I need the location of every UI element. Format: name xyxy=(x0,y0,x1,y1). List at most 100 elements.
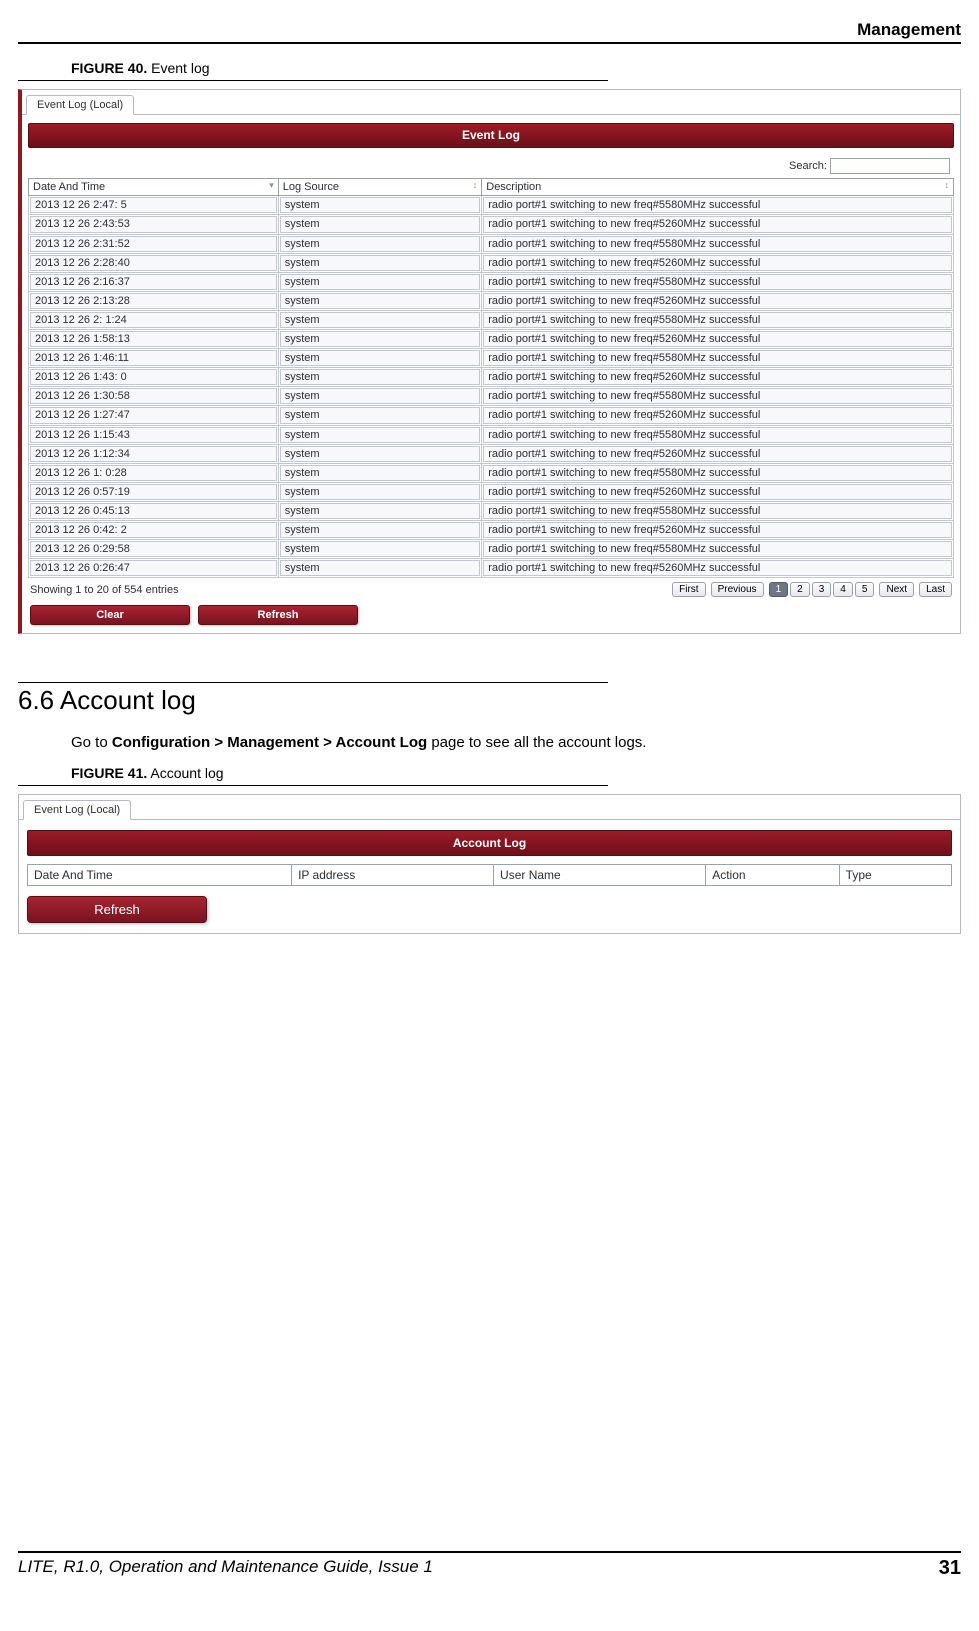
pager-first[interactable]: First xyxy=(672,582,705,597)
table-cell: 2013 12 26 2:28:40 xyxy=(30,255,277,271)
pager-page-1[interactable]: 1 xyxy=(769,582,789,597)
figure-41-title: Account log xyxy=(150,765,223,781)
table-cell: 2013 12 26 1:12:34 xyxy=(30,446,277,462)
table-cell: 2013 12 26 1:27:47 xyxy=(30,407,277,423)
tab-strip-2: Event Log (Local) xyxy=(19,795,960,820)
table-header-row: Date And Time IP address User Name Actio… xyxy=(28,865,952,886)
table-cell: system xyxy=(280,522,481,538)
table-cell: radio port#1 switching to new freq#5580M… xyxy=(483,197,952,213)
figure-41-label: FIGURE 41. xyxy=(71,765,147,781)
table-cell: system xyxy=(280,216,481,232)
table-cell: 2013 12 26 1:58:13 xyxy=(30,331,277,347)
search-label: Search: xyxy=(789,160,827,172)
table-row: 2013 12 26 2:13:28systemradio port#1 swi… xyxy=(29,291,954,310)
table-row: 2013 12 26 0:57:19systemradio port#1 swi… xyxy=(29,482,954,501)
table-cell: system xyxy=(280,465,481,481)
table-cell: radio port#1 switching to new freq#5580M… xyxy=(483,274,952,290)
table-cell: 2013 12 26 0:26:47 xyxy=(30,560,277,576)
table-cell: system xyxy=(280,197,481,213)
refresh-button[interactable]: Refresh xyxy=(198,605,358,625)
table-row: 2013 12 26 2:43:53systemradio port#1 swi… xyxy=(29,215,954,234)
section-6-6-heading: 6.6 Account log xyxy=(18,685,961,716)
tab-strip: Event Log (Local) xyxy=(22,90,960,115)
figure-40-title: Event log xyxy=(151,60,209,76)
table-row: 2013 12 26 2: 1:24systemradio port#1 swi… xyxy=(29,310,954,329)
table-cell: system xyxy=(280,350,481,366)
table-cell: system xyxy=(280,331,481,347)
pager-page-3[interactable]: 3 xyxy=(812,582,832,597)
col-type[interactable]: Type xyxy=(839,865,951,886)
table-cell: 2013 12 26 2:43:53 xyxy=(30,216,277,232)
table-cell: 2013 12 26 2:16:37 xyxy=(30,274,277,290)
page-footer: LITE, R1.0, Operation and Maintenance Gu… xyxy=(18,1551,961,1580)
table-cell: system xyxy=(280,293,481,309)
table-cell: radio port#1 switching to new freq#5260M… xyxy=(483,255,952,271)
table-cell: 2013 12 26 0:45:13 xyxy=(30,503,277,519)
table-cell: system xyxy=(280,369,481,385)
tab-event-log-local[interactable]: Event Log (Local) xyxy=(26,95,134,115)
col-user-name[interactable]: User Name xyxy=(494,865,706,886)
pager-prev[interactable]: Previous xyxy=(711,582,764,597)
pager-page-4[interactable]: 4 xyxy=(833,582,853,597)
col-date-and-time[interactable]: Date And Time xyxy=(28,865,292,886)
col-action[interactable]: Action xyxy=(706,865,839,886)
pager-next[interactable]: Next xyxy=(879,582,914,597)
col-log-source[interactable]: Log Source↕ xyxy=(278,179,482,196)
search-input[interactable] xyxy=(830,158,950,174)
table-cell: system xyxy=(280,446,481,462)
account-log-table: Date And Time IP address User Name Actio… xyxy=(27,864,952,886)
table-cell: 2013 12 26 2: 1:24 xyxy=(30,312,277,328)
table-cell: 2013 12 26 1:46:11 xyxy=(30,350,277,366)
clear-button[interactable]: Clear xyxy=(30,605,190,625)
table-cell: system xyxy=(280,274,481,290)
table-cell: 2013 12 26 1:43: 0 xyxy=(30,369,277,385)
table-cell: radio port#1 switching to new freq#5580M… xyxy=(483,312,952,328)
table-cell: 2013 12 26 0:57:19 xyxy=(30,484,277,500)
table-cell: 2013 12 26 2:47: 5 xyxy=(30,197,277,213)
table-cell: system xyxy=(280,407,481,423)
pager-last[interactable]: Last xyxy=(919,582,952,597)
table-cell: radio port#1 switching to new freq#5580M… xyxy=(483,465,952,481)
table-row: 2013 12 26 1:46:11systemradio port#1 swi… xyxy=(29,349,954,368)
pager-page-5[interactable]: 5 xyxy=(855,582,875,597)
table-cell: radio port#1 switching to new freq#5580M… xyxy=(483,388,952,404)
table-cell: radio port#1 switching to new freq#5260M… xyxy=(483,560,952,576)
figure-41-rule xyxy=(18,785,608,786)
col-ip-address[interactable]: IP address xyxy=(292,865,494,886)
table-cell: radio port#1 switching to new freq#5260M… xyxy=(483,216,952,232)
table-row: 2013 12 26 0:26:47systemradio port#1 swi… xyxy=(29,559,954,578)
table-cell: radio port#1 switching to new freq#5580M… xyxy=(483,427,952,443)
table-row: 2013 12 26 2:31:52systemradio port#1 swi… xyxy=(29,234,954,253)
table-cell: system xyxy=(280,388,481,404)
table-row: 2013 12 26 1:30:58systemradio port#1 swi… xyxy=(29,387,954,406)
table-cell: system xyxy=(280,541,481,557)
running-header: Management xyxy=(18,20,961,44)
table-row: 2013 12 26 1:58:13systemradio port#1 swi… xyxy=(29,330,954,349)
figure-40-rule xyxy=(18,80,608,81)
pager-page-2[interactable]: 2 xyxy=(790,582,810,597)
event-log-title-bar: Event Log xyxy=(28,123,954,148)
tab-event-log-local-2[interactable]: Event Log (Local) xyxy=(23,800,131,820)
section-rule xyxy=(18,682,608,683)
table-cell: system xyxy=(280,560,481,576)
search-row: Search: xyxy=(28,148,954,178)
col-description[interactable]: Description↕ xyxy=(482,179,954,196)
table-cell: system xyxy=(280,312,481,328)
figure-41-caption: FIGURE 41. Account log xyxy=(71,765,961,781)
table-row: 2013 12 26 1: 0:28systemradio port#1 swi… xyxy=(29,463,954,482)
table-cell: 2013 12 26 2:31:52 xyxy=(30,236,277,252)
table-cell: radio port#1 switching to new freq#5580M… xyxy=(483,236,952,252)
table-cell: 2013 12 26 1:15:43 xyxy=(30,427,277,443)
event-log-screenshot: Event Log (Local) Event Log Search: Date… xyxy=(18,89,961,634)
refresh-button-2[interactable]: Refresh xyxy=(27,896,207,923)
table-row: 2013 12 26 0:29:58systemradio port#1 swi… xyxy=(29,540,954,559)
col-date-and-time[interactable]: Date And Time▾ xyxy=(29,179,279,196)
account-log-title-bar: Account Log xyxy=(27,830,952,856)
table-cell: radio port#1 switching to new freq#5260M… xyxy=(483,484,952,500)
table-cell: radio port#1 switching to new freq#5260M… xyxy=(483,331,952,347)
table-cell: radio port#1 switching to new freq#5580M… xyxy=(483,350,952,366)
sort-desc-icon: ▾ xyxy=(269,181,274,191)
table-cell: radio port#1 switching to new freq#5260M… xyxy=(483,407,952,423)
table-cell: 2013 12 26 1:30:58 xyxy=(30,388,277,404)
table-cell: radio port#1 switching to new freq#5260M… xyxy=(483,293,952,309)
